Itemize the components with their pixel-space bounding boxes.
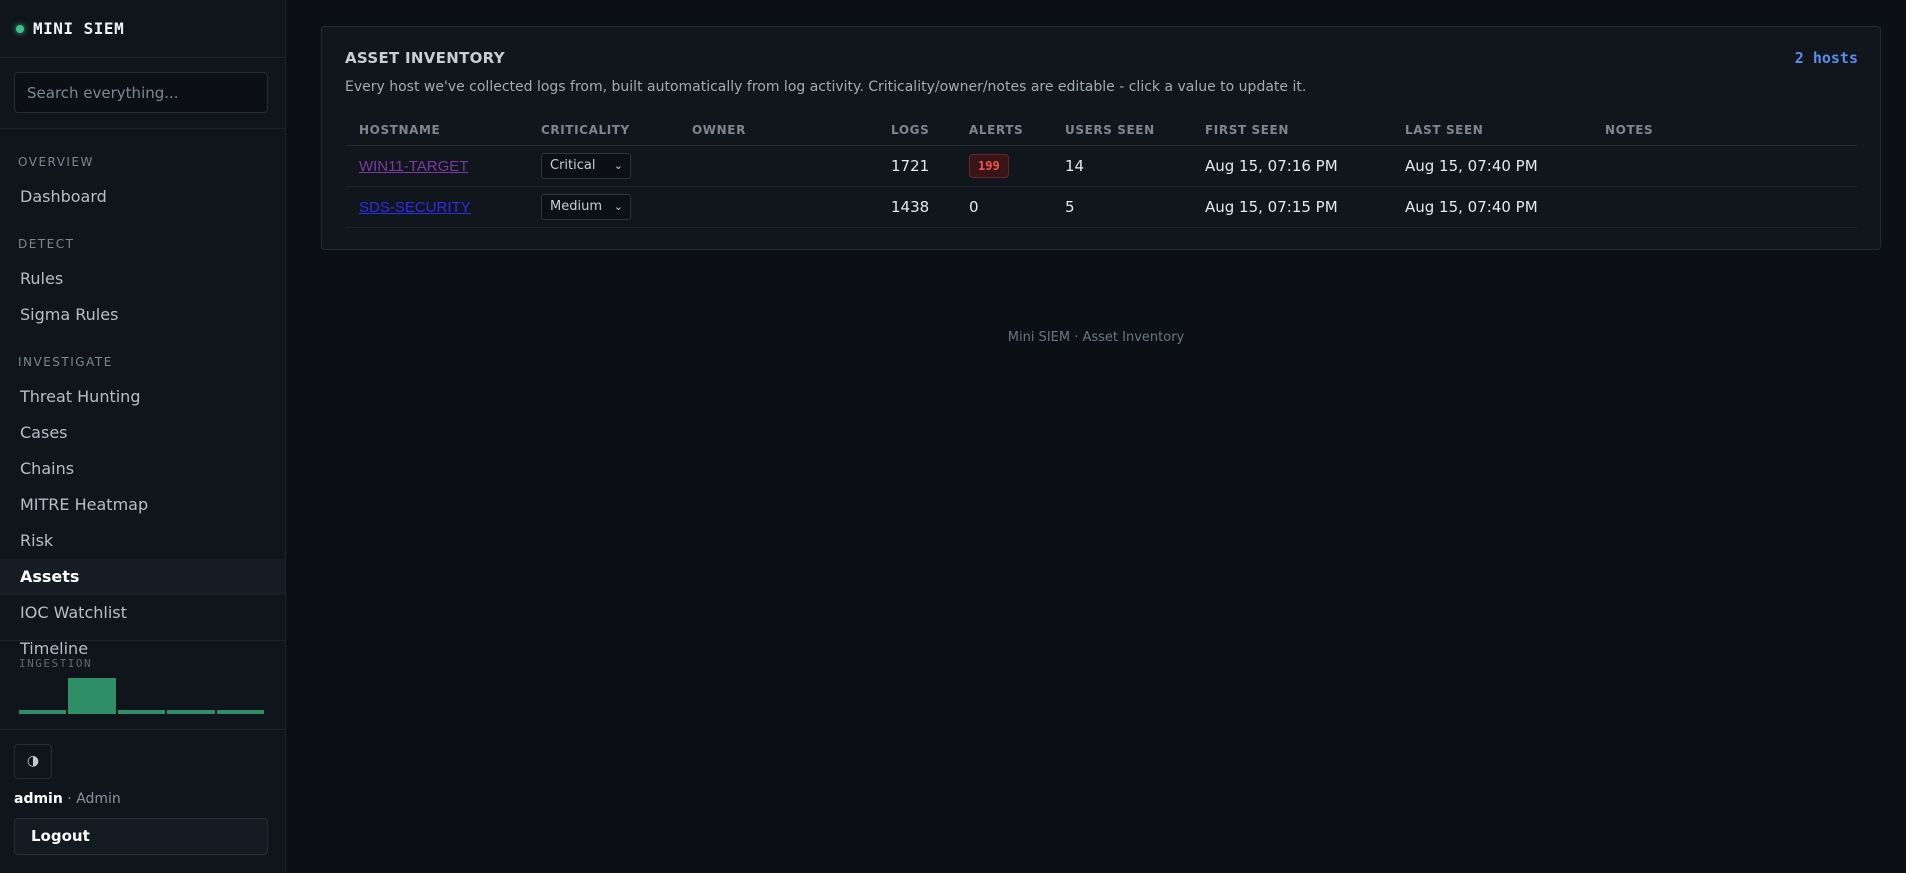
sidebar-item-sigma-rules[interactable]: Sigma Rules: [0, 297, 285, 333]
column-header-first-seen[interactable]: FIRST SEEN: [1193, 115, 1393, 146]
sidebar-item-rules[interactable]: Rules: [0, 261, 285, 297]
ingestion-panel: INGESTION: [0, 640, 285, 730]
sidebar-item-mitre-heatmap[interactable]: MITRE Heatmap: [0, 487, 285, 523]
logs-cell: 1721: [879, 145, 957, 187]
contrast-icon: ◑: [26, 753, 40, 769]
column-header-users-seen[interactable]: USERS SEEN: [1053, 115, 1193, 146]
ingestion-bar: [167, 710, 215, 714]
nav-section-detect: DETECT: [18, 237, 75, 251]
asset-inventory-card: ASSET INVENTORY 2 hosts Every host we've…: [321, 26, 1881, 250]
search-input[interactable]: [14, 72, 268, 113]
chevron-down-icon: ⌄: [613, 199, 623, 213]
hostname-link[interactable]: WIN11-TARGET: [359, 158, 468, 175]
notes-cell[interactable]: [1593, 186, 1857, 228]
criticality-value: Critical: [550, 157, 596, 173]
brand-name: MINI SIEM: [33, 19, 125, 38]
sidebar-item-chains[interactable]: Chains: [0, 451, 285, 487]
column-header-last-seen[interactable]: LAST SEEN: [1393, 115, 1593, 146]
status-dot-icon: [16, 24, 24, 33]
notes-cell[interactable]: [1593, 145, 1857, 187]
first-seen-cell: Aug 15, 07:15 PM: [1193, 186, 1393, 228]
criticality-select[interactable]: Critical ⌄: [541, 152, 631, 179]
brand: MINI SIEM: [0, 0, 285, 58]
user-role: Admin: [76, 791, 121, 807]
column-header-criticality[interactable]: CRITICALITY: [529, 115, 680, 146]
asset-table: HOSTNAME CRITICALITY OWNER LOGS ALERTS U…: [347, 115, 1857, 228]
logs-cell: 1438: [879, 186, 957, 228]
criticality-cell: Medium ⌄: [529, 186, 680, 228]
column-header-owner[interactable]: OWNER: [680, 115, 879, 146]
criticality-select[interactable]: Medium ⌄: [541, 193, 631, 220]
nav-section-investigate: INVESTIGATE: [18, 355, 113, 369]
main-content: ASSET INVENTORY 2 hosts Every host we've…: [286, 0, 1906, 873]
last-seen-cell: Aug 15, 07:40 PM: [1393, 145, 1593, 187]
alerts-cell: 199: [957, 145, 1053, 187]
first-seen-cell: Aug 15, 07:16 PM: [1193, 145, 1393, 187]
sidebar-nav: OVERVIEW Dashboard DETECT Rules Sigma Ru…: [0, 152, 285, 661]
column-header-notes[interactable]: NOTES: [1593, 115, 1857, 146]
sidebar-item-risk[interactable]: Risk: [0, 523, 285, 559]
sidebar: MINI SIEM OVERVIEW Dashboard DETECT Rule…: [0, 0, 286, 873]
column-header-alerts[interactable]: ALERTS: [957, 115, 1053, 146]
ingestion-bar: [19, 710, 67, 714]
host-count: 2 hosts: [1794, 49, 1858, 67]
hostname-cell: WIN11-TARGET: [347, 145, 529, 187]
alert-count-badge: 199: [969, 153, 1009, 178]
table-header-row: HOSTNAME CRITICALITY OWNER LOGS ALERTS U…: [347, 115, 1857, 146]
ingestion-bar: [117, 710, 166, 714]
column-header-hostname[interactable]: HOSTNAME: [347, 115, 529, 146]
criticality-value: Medium: [550, 198, 602, 214]
page-title: ASSET INVENTORY: [345, 49, 505, 67]
logout-button[interactable]: Logout: [14, 818, 268, 855]
nav-section-overview: OVERVIEW: [18, 155, 94, 169]
chevron-down-icon: ⌄: [613, 158, 623, 172]
owner-cell[interactable]: [680, 145, 879, 187]
search-container: [0, 58, 285, 129]
ingestion-label: INGESTION: [19, 657, 93, 670]
ingestion-sparkline: [19, 678, 265, 714]
sidebar-item-dashboard[interactable]: Dashboard: [0, 179, 285, 215]
column-header-logs[interactable]: LOGS: [879, 115, 957, 146]
table-row: WIN11-TARGET Critical ⌄ 1721 199 14 Aug 1…: [347, 145, 1857, 187]
sidebar-item-assets[interactable]: Assets: [0, 559, 285, 595]
owner-cell[interactable]: [680, 186, 879, 228]
sidebar-item-cases[interactable]: Cases: [0, 415, 285, 451]
ingestion-bar: [216, 710, 265, 714]
users-seen-cell: 5: [1053, 186, 1193, 228]
alerts-cell: 0: [957, 186, 1053, 228]
hostname-link[interactable]: SDS-SECURITY: [359, 199, 471, 216]
footer: Mini SIEM · Asset Inventory: [1007, 330, 1185, 345]
users-seen-cell: 14: [1053, 145, 1193, 187]
last-seen-cell: Aug 15, 07:40 PM: [1393, 186, 1593, 228]
criticality-cell: Critical ⌄: [529, 145, 680, 187]
card-description: Every host we've collected logs from, bu…: [345, 79, 1307, 95]
user-info: admin · Admin: [14, 791, 121, 807]
sidebar-item-threat-hunting[interactable]: Threat Hunting: [0, 379, 285, 415]
user-name: admin: [14, 791, 63, 807]
hostname-cell: SDS-SECURITY: [347, 186, 529, 228]
theme-toggle-button[interactable]: ◑: [14, 744, 52, 779]
table-row: SDS-SECURITY Medium ⌄ 1438 0 5 Aug 15, 07…: [347, 186, 1857, 228]
ingestion-bar: [68, 678, 116, 714]
sidebar-item-ioc-watchlist[interactable]: IOC Watchlist: [0, 595, 285, 631]
